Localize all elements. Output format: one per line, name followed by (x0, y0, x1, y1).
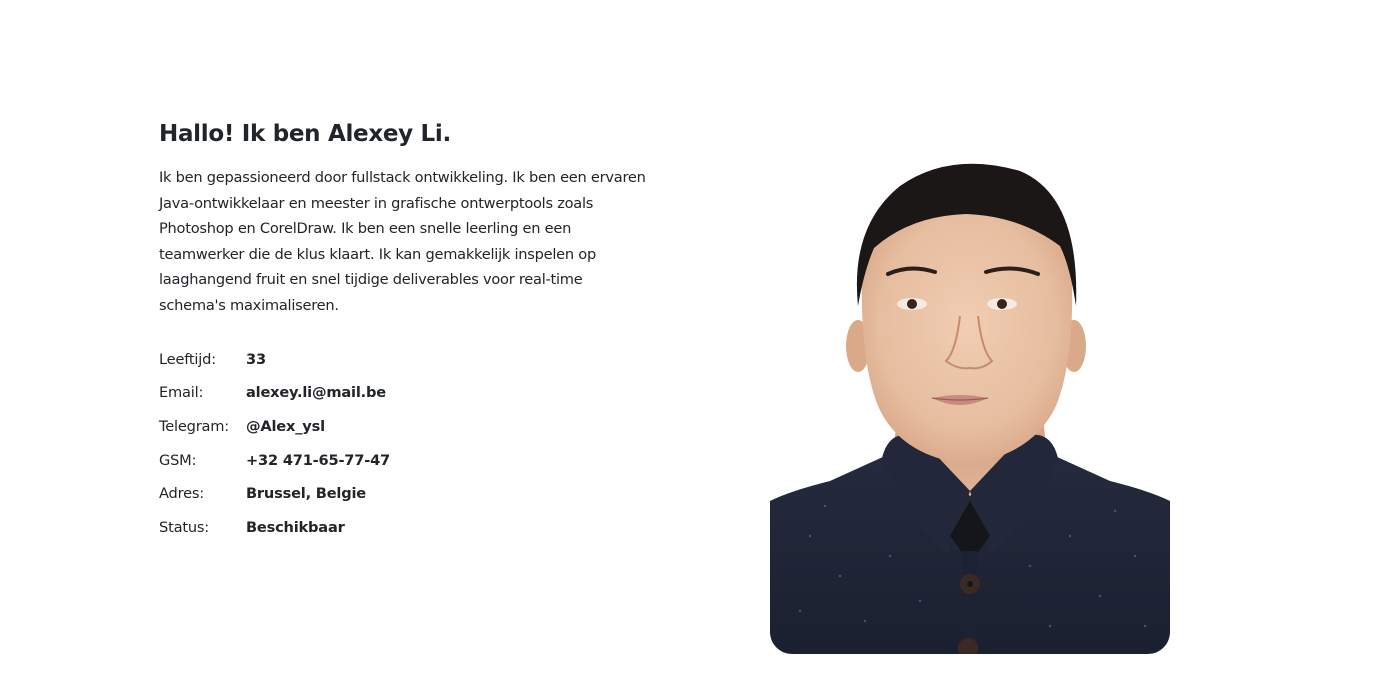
info-label: Leeftijd: (159, 350, 216, 368)
paragraph-line: teamwerker die de klus klaart. Ik kan ge… (159, 245, 596, 263)
info-label: GSM: (159, 451, 197, 469)
info-value-age: 33 (246, 350, 266, 368)
info-label: Email: (159, 384, 204, 402)
personal-info-list: Leeftijd: 33 Email: alexey.li@mail.be Te… (159, 350, 659, 552)
info-label: Status: (159, 519, 210, 536)
paragraph-line: Ik ben gepassioneerd door fullstack ontw… (159, 169, 646, 186)
about-paragraph: Ik ben gepassioneerd door fullstack ontw… (159, 165, 659, 319)
paragraph-line: laaghangend fruit en snel tijdige delive… (159, 271, 583, 289)
about-text-column: Hallo! Ik ben Alexey Li. Ik ben gepassio… (159, 118, 659, 552)
about-section: Hallo! Ik ben Alexey Li. Ik ben gepassio… (0, 0, 1378, 694)
info-label: Telegram: (159, 417, 229, 435)
info-value-phone: +32 471-65-77-47 (246, 451, 390, 469)
info-value-telegram: @Alex_ysl (246, 417, 325, 435)
info-row-telegram: Telegram: @Alex_ysl (159, 417, 659, 451)
info-row-status: Status: Beschikbaar (159, 518, 659, 552)
info-value-address: Brussel, Belgie (246, 485, 366, 503)
paragraph-line: Java-ontwikkelaar en meester in grafisch… (159, 194, 594, 212)
info-row-address: Adres: Brussel, Belgie (159, 484, 659, 518)
info-value-status: Beschikbaar (246, 519, 345, 536)
paragraph-line: Photoshop en CorelDraw. Ik ben een snell… (159, 220, 572, 238)
paragraph-line: schema's maximaliseren. (159, 296, 339, 314)
info-row-email: Email: alexey.li@mail.be (159, 383, 659, 417)
about-heading: Hallo! Ik ben Alexey Li. (159, 121, 451, 147)
info-value-email: alexey.li@mail.be (246, 384, 386, 402)
info-row-age: Leeftijd: 33 (159, 350, 659, 384)
info-row-phone: GSM: +32 471-65-77-47 (159, 451, 659, 485)
info-label: Adres: (159, 485, 204, 503)
profile-photo (770, 156, 1170, 654)
person-portrait-icon (770, 156, 1170, 654)
